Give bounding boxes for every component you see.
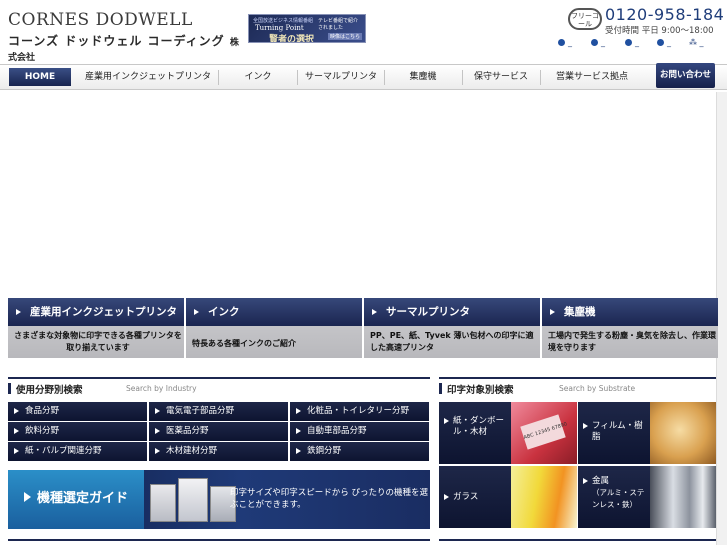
- industry-cosmetics[interactable]: 化粧品・トイレタリー分野: [290, 402, 429, 421]
- business-hours-value: 平日 9:00～18:00: [641, 26, 714, 36]
- panel-title: 集塵機: [542, 298, 718, 326]
- industry-search-header: 使用分野別検索 Search by Industry: [8, 377, 430, 397]
- substrate-grid: 紙・ダンボール・木材 ABC 12345 67890 フィルム・樹脂 ガラス 金…: [439, 402, 716, 529]
- global-navigation: HOME 産業用インクジェットプリンタ インク サーマルプリンタ 集塵機 保守サ…: [0, 64, 727, 90]
- banner-caption: テレビ番組で紹介されました: [318, 18, 359, 31]
- utility-link-1[interactable]: _: [558, 38, 572, 47]
- nav-separator: [384, 70, 385, 85]
- business-hours-label: 受付時間: [605, 26, 640, 36]
- substrate-search-header: 印字対象別検索 Search by Substrate: [439, 377, 716, 397]
- industry-automotive[interactable]: 自動車部品分野: [290, 422, 429, 441]
- panel-description: PP、PE、紙、Tyvek 薄い包材への印字に適した高速プリンタ: [370, 331, 534, 352]
- freecall-icon: フリーコール: [568, 8, 602, 30]
- substrate-metal[interactable]: 金属 （アルミ・ステンレス・鉄）: [578, 466, 716, 528]
- banner-video-button[interactable]: 映像はこちら: [327, 33, 362, 40]
- bullet-icon: [591, 39, 598, 46]
- panel-dust-collector[interactable]: 集塵機 工場内で発生する粉塵・臭気を除去し、作業環境を守ります: [542, 298, 718, 358]
- section-divider: [8, 539, 430, 542]
- logo-japanese: コーンズ ドッドウェル コーディング 株式会社: [8, 32, 243, 63]
- industry-steel[interactable]: 鉄鋼分野: [290, 442, 429, 461]
- utility-link-2[interactable]: _: [591, 38, 605, 47]
- substrate-film[interactable]: フィルム・樹脂: [578, 402, 716, 464]
- company-logo[interactable]: CORNES DODWELL コーンズ ドッドウェル コーディング 株式会社: [8, 10, 243, 63]
- substrate-glass[interactable]: ガラス: [439, 466, 577, 528]
- nav-separator: [218, 70, 219, 85]
- substrate-label: フィルム・樹脂: [583, 421, 650, 443]
- nav-dust-collector[interactable]: 集塵機: [388, 69, 458, 86]
- nav-separator: [540, 70, 541, 85]
- banner-program-type: 全国放送ビジネス情報番組: [253, 18, 314, 24]
- phone-contact: フリーコール 0120-958-184 受付時間 平日 9:00～18:00: [568, 5, 727, 36]
- product-panels: 産業用インクジェットプリンタ さまざまな対象物に印字できる各種プリンタを取り揃え…: [8, 298, 718, 358]
- glass-sample-image: [511, 466, 577, 528]
- substrate-search-subtitle: Search by Substrate: [559, 384, 636, 393]
- industry-electronics[interactable]: 電気電子部品分野: [149, 402, 288, 421]
- sitemap-icon: ⁂: [689, 38, 697, 47]
- bullet-icon: [625, 39, 632, 46]
- bullet-icon: [657, 39, 664, 46]
- panel-ink[interactable]: インク 特長ある各種インクのご紹介: [186, 298, 362, 358]
- nav-inkjet-printer[interactable]: 産業用インクジェットプリンタ: [82, 69, 214, 86]
- printer-image: [144, 476, 240, 526]
- nav-maintenance[interactable]: 保守サービス: [465, 69, 537, 86]
- utility-link-4[interactable]: _: [657, 38, 671, 47]
- utility-link-3[interactable]: _: [625, 38, 639, 47]
- substrate-label: ガラス: [444, 492, 511, 503]
- guide-title: 機種選定ガイド: [8, 487, 144, 506]
- section-divider: [439, 539, 716, 542]
- banner-program-title: 賢者の選択: [269, 35, 315, 43]
- industry-beverage[interactable]: 飲料分野: [8, 422, 147, 441]
- paper-sample-image: ABC 12345 67890: [511, 402, 577, 464]
- paper-sample-print: ABC 12345 67890: [520, 414, 568, 450]
- industry-paper-pulp[interactable]: 紙・パルプ関連分野: [8, 442, 147, 461]
- nav-ink[interactable]: インク: [222, 69, 294, 86]
- nav-sales-offices[interactable]: 営業サービス拠点: [545, 69, 639, 86]
- nav-separator: [462, 70, 463, 85]
- nav-home[interactable]: HOME: [9, 68, 71, 86]
- logo-japanese-name: コーンズ ドッドウェル コーディング: [8, 34, 225, 48]
- guide-description: 印字サイズや印字スピードから ぴったりの機種を選ぶことができます。: [230, 488, 428, 510]
- printer-unit-1: [150, 484, 176, 522]
- nav-separator: [297, 70, 298, 85]
- business-hours: 受付時間 平日 9:00～18:00: [605, 24, 714, 36]
- industry-pharma[interactable]: 医薬品分野: [149, 422, 288, 441]
- utility-links: _ _ _ _ ⁂ _: [558, 38, 727, 50]
- substrate-label-main: 金属: [592, 476, 610, 486]
- substrate-paper[interactable]: 紙・ダンボール・木材 ABC 12345 67890: [439, 402, 577, 464]
- logo-english: CORNES DODWELL: [8, 10, 193, 30]
- industry-food[interactable]: 食品分野: [8, 402, 147, 421]
- industry-search-subtitle: Search by Industry: [126, 384, 197, 393]
- bullet-icon: [558, 39, 565, 46]
- panel-title: サーマルプリンタ: [364, 298, 540, 326]
- substrate-label: 金属 （アルミ・ステンレス・鉄）: [583, 476, 650, 511]
- substrate-label: 紙・ダンボール・木材: [444, 416, 511, 438]
- metal-sample-image: [650, 466, 716, 528]
- panel-description: 工場内で発生する粉塵・臭気を除去し、作業環境を守ります: [548, 331, 716, 352]
- industry-wood[interactable]: 木材建材分野: [149, 442, 288, 461]
- film-sample-image: [650, 402, 716, 464]
- tv-program-banner[interactable]: 全国放送ビジネス情報番組 Turning Point 賢者の選択 テレビ番組で紹…: [248, 14, 366, 43]
- industry-grid: 食品分野 電気電子部品分野 化粧品・トイレタリー分野 飲料分野 医薬品分野 自動…: [8, 402, 430, 462]
- panel-inkjet-printer[interactable]: 産業用インクジェットプリンタ さまざまな対象物に印字できる各種プリンタを取り揃え…: [8, 298, 184, 358]
- model-selection-guide[interactable]: 機種選定ガイド 印字サイズや印字スピードから ぴったりの機種を選ぶことができます…: [8, 470, 430, 529]
- substrate-search-title: 印字対象別検索: [439, 382, 514, 396]
- substrate-label-detail: （アルミ・ステンレス・鉄）: [592, 488, 645, 509]
- phone-number: 0120-958-184: [605, 5, 725, 24]
- nav-thermal-printer[interactable]: サーマルプリンタ: [300, 69, 382, 86]
- panel-thermal-printer[interactable]: サーマルプリンタ PP、PE、紙、Tyvek 薄い包材への印字に適した高速プリン…: [364, 298, 540, 358]
- sitemap-link[interactable]: ⁂ _: [689, 38, 704, 47]
- panel-title: インク: [186, 298, 362, 326]
- panel-description: 特長ある各種インクのご紹介: [192, 339, 296, 348]
- industry-search-title: 使用分野別検索: [8, 382, 83, 396]
- banner-program-name: Turning Point: [255, 24, 304, 32]
- contact-button[interactable]: お問い合わせ: [656, 63, 715, 88]
- printer-unit-2: [178, 478, 208, 522]
- panel-title: 産業用インクジェットプリンタ: [8, 298, 184, 326]
- panel-description: さまざまな対象物に印字できる各種プリンタを取り揃えています: [14, 331, 182, 352]
